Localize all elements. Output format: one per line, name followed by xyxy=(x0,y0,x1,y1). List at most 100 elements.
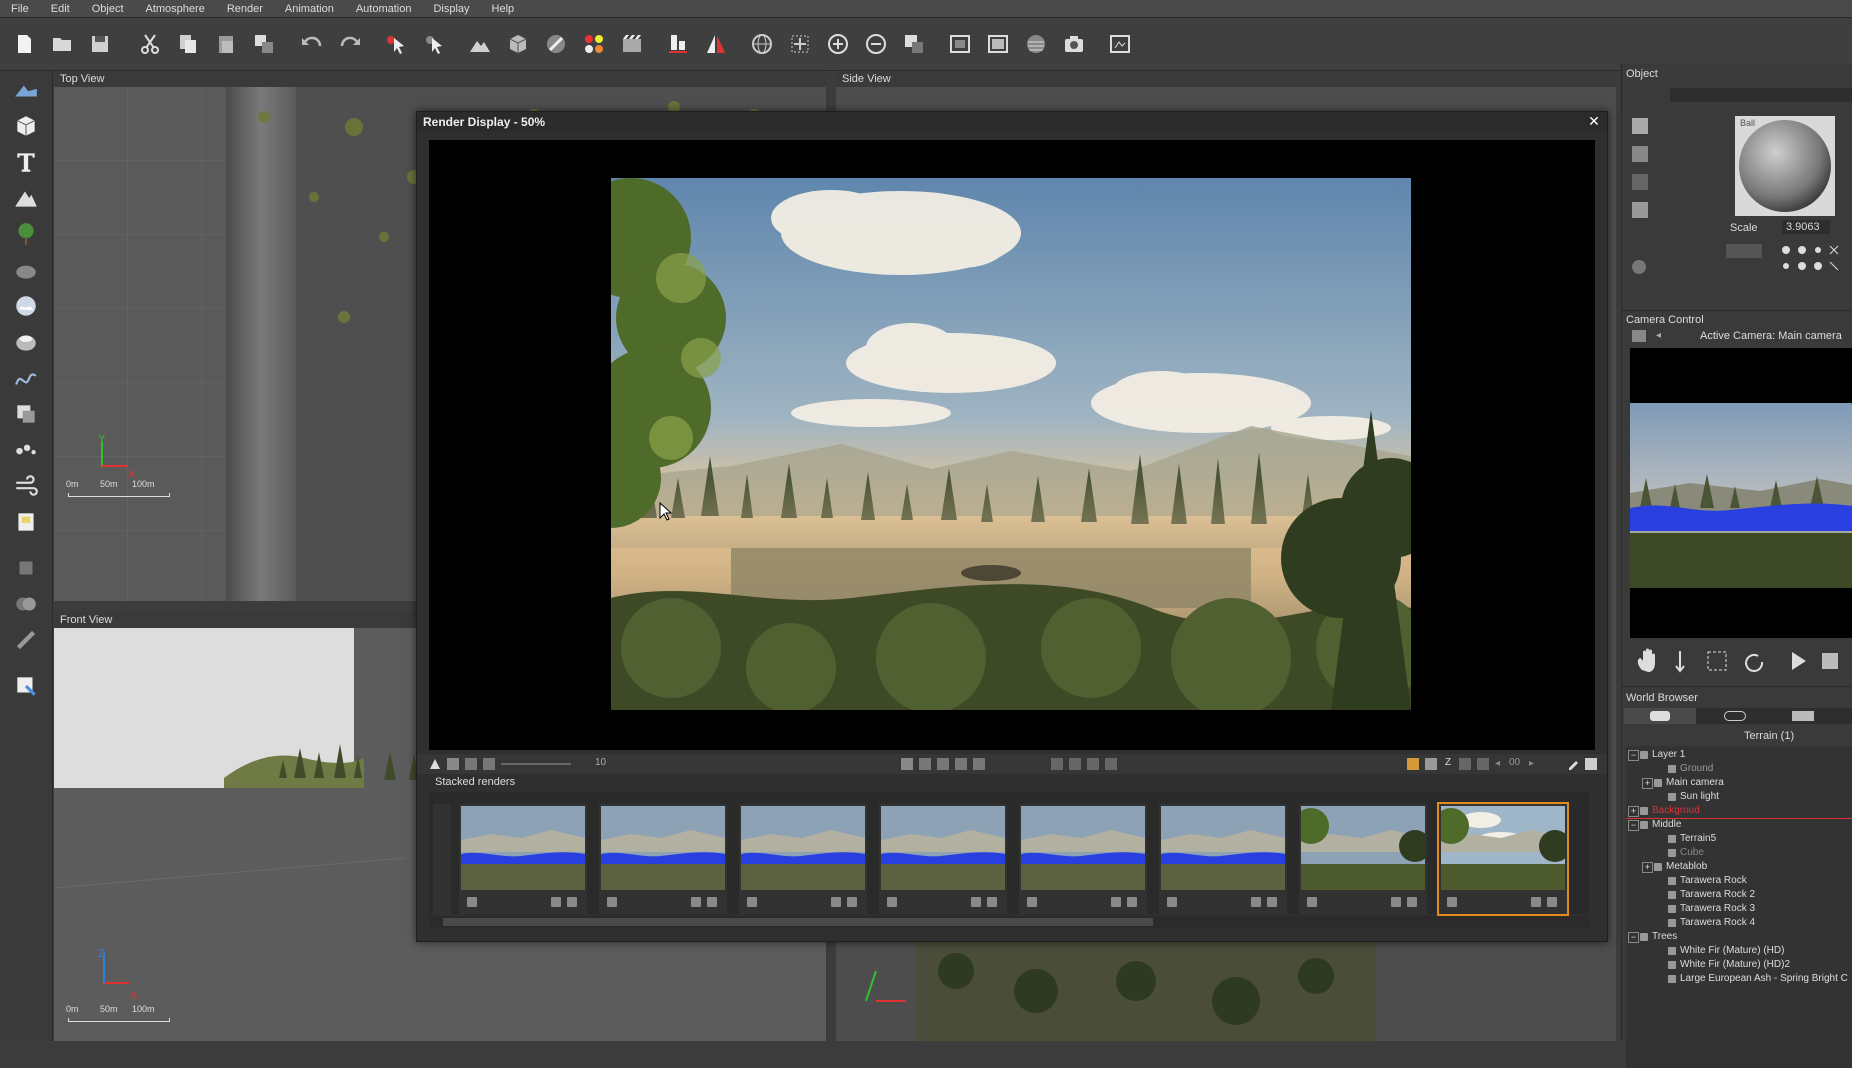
render-thumbnail[interactable] xyxy=(1437,802,1569,916)
swap-icon[interactable] xyxy=(465,758,477,770)
wind-tool-icon[interactable] xyxy=(10,471,42,501)
menu-automation[interactable]: Automation xyxy=(345,3,423,15)
group-tool-icon[interactable] xyxy=(10,589,42,619)
render-thumbnail[interactable] xyxy=(459,804,587,914)
render-options-icon[interactable] xyxy=(1106,30,1134,58)
rock-tool-icon[interactable] xyxy=(10,255,42,285)
thumbnail-save-icon[interactable] xyxy=(707,897,717,907)
tree-expander-icon[interactable] xyxy=(1656,974,1665,983)
render-thumbnail[interactable] xyxy=(1299,804,1427,914)
menu-display[interactable]: Display xyxy=(422,3,480,15)
compare-icon[interactable] xyxy=(919,758,931,770)
thumbnail-save-icon[interactable] xyxy=(1267,897,1277,907)
stacked-renders-strip[interactable] xyxy=(429,792,1589,916)
dots-icon[interactable] xyxy=(1632,174,1648,190)
thumbnail-delete-icon[interactable] xyxy=(971,897,981,907)
cut-icon[interactable] xyxy=(136,30,164,58)
light-tool-icon[interactable] xyxy=(10,507,42,537)
tree-expander-icon[interactable] xyxy=(1656,764,1665,773)
warning-icon[interactable] xyxy=(429,758,441,770)
tree-expander-icon[interactable] xyxy=(1656,960,1665,969)
layers-icon[interactable] xyxy=(1477,758,1489,770)
thumbnail-delete-icon[interactable] xyxy=(1391,897,1401,907)
menu-atmosphere[interactable]: Atmosphere xyxy=(135,3,216,15)
cube-icon[interactable] xyxy=(504,30,532,58)
thumbnail-options-icon[interactable] xyxy=(1027,897,1037,907)
tree-expander-icon[interactable]: + xyxy=(1642,862,1653,873)
copy-render-icon[interactable] xyxy=(447,758,459,770)
stack-icon[interactable] xyxy=(901,758,913,770)
camera-settings-icon[interactable] xyxy=(1632,330,1646,342)
tree-expander-icon[interactable]: − xyxy=(1628,932,1639,943)
split-icon[interactable] xyxy=(937,758,949,770)
options-render-icon[interactable] xyxy=(973,758,985,770)
thumbnail-options-icon[interactable] xyxy=(467,897,477,907)
menu-file[interactable]: File xyxy=(0,3,40,15)
tree-expander-icon[interactable] xyxy=(1656,876,1665,885)
thumbs-scrollbar[interactable] xyxy=(429,916,1589,928)
path-tool-icon[interactable] xyxy=(10,363,42,393)
tree-expander-icon[interactable] xyxy=(1656,890,1665,899)
world-browser-tree[interactable]: − Layer 1 Ground + Main camera Sun light + Back… xyxy=(1626,746,1852,1068)
mountain-tool-icon[interactable] xyxy=(10,183,42,213)
camera-icon[interactable] xyxy=(1060,30,1088,58)
globe-icon[interactable] xyxy=(748,30,776,58)
thumbnail-options-icon[interactable] xyxy=(607,897,617,907)
tree-expander-icon[interactable] xyxy=(1656,946,1665,955)
menu-edit[interactable]: Edit xyxy=(40,3,81,15)
thumbnail-delete-icon[interactable] xyxy=(831,897,841,907)
menu-render[interactable]: Render xyxy=(216,3,274,15)
menu-object[interactable]: Object xyxy=(81,3,135,15)
select-icon[interactable] xyxy=(382,30,410,58)
export-tool-icon[interactable] xyxy=(10,671,42,701)
text-tool-icon[interactable] xyxy=(10,147,42,177)
zoom-fit-icon[interactable] xyxy=(1087,758,1099,770)
copy-icon[interactable] xyxy=(174,30,202,58)
redo-icon[interactable] xyxy=(336,30,364,58)
thumbnail-save-icon[interactable] xyxy=(1127,897,1137,907)
minus-icon[interactable] xyxy=(862,30,890,58)
mirror-icon[interactable] xyxy=(702,30,730,58)
block-tool-icon[interactable] xyxy=(10,399,42,429)
spheres-icon[interactable] xyxy=(580,30,608,58)
frame-value[interactable]: 10 xyxy=(595,757,606,768)
mapping-select[interactable] xyxy=(1726,244,1762,258)
film-icon[interactable] xyxy=(618,30,646,58)
tree-expander-icon[interactable]: − xyxy=(1628,750,1639,761)
tree-tool-icon[interactable] xyxy=(10,219,42,249)
scale-input[interactable]: 3.9063 xyxy=(1782,220,1830,234)
terrain-icon[interactable] xyxy=(466,30,494,58)
thumbnail-delete-icon[interactable] xyxy=(1111,897,1121,907)
thumbnail-options-icon[interactable] xyxy=(1307,897,1317,907)
prev-icon[interactable]: ◂ xyxy=(1495,758,1503,770)
scatter-tool-icon[interactable] xyxy=(10,553,42,583)
dots-tool-icon[interactable] xyxy=(10,435,42,465)
paste-icon[interactable] xyxy=(212,30,240,58)
bullet-icon[interactable] xyxy=(1632,260,1646,274)
render-thumbnail[interactable] xyxy=(1159,804,1287,914)
rgb-channel-icon[interactable] xyxy=(1407,758,1419,770)
open-icon[interactable] xyxy=(48,30,76,58)
thumbnail-save-icon[interactable] xyxy=(1547,897,1557,907)
undo-icon[interactable] xyxy=(298,30,326,58)
sky-icon[interactable] xyxy=(1022,30,1050,58)
menu-animation[interactable]: Animation xyxy=(274,3,345,15)
camera-prev-icon[interactable]: ◂ xyxy=(1656,330,1661,341)
render-display-window[interactable]: Render Display - 50% ✕ 10 Z ◂ 00 ▸ Stack… xyxy=(416,111,1608,942)
thumbnail-options-icon[interactable] xyxy=(887,897,897,907)
object-small-icons[interactable] xyxy=(1780,244,1850,274)
tree-expander-icon[interactable] xyxy=(1656,848,1665,857)
z-channel-label[interactable]: Z xyxy=(1445,757,1451,768)
sphere-tool-icon[interactable] xyxy=(10,327,42,357)
zoom-actual-icon[interactable] xyxy=(1105,758,1117,770)
thumbnail-save-icon[interactable] xyxy=(847,897,857,907)
screen-icon[interactable] xyxy=(984,30,1012,58)
move-icon[interactable] xyxy=(786,30,814,58)
next-icon[interactable]: ▸ xyxy=(1529,758,1537,770)
thumbnail-options-icon[interactable] xyxy=(1167,897,1177,907)
textures-tab-icon[interactable] xyxy=(1792,711,1814,721)
render-thumbnail[interactable] xyxy=(1019,804,1147,914)
new-icon[interactable] xyxy=(10,30,38,58)
tree-expander-icon[interactable] xyxy=(1656,918,1665,927)
thumbnail-delete-icon[interactable] xyxy=(1531,897,1541,907)
